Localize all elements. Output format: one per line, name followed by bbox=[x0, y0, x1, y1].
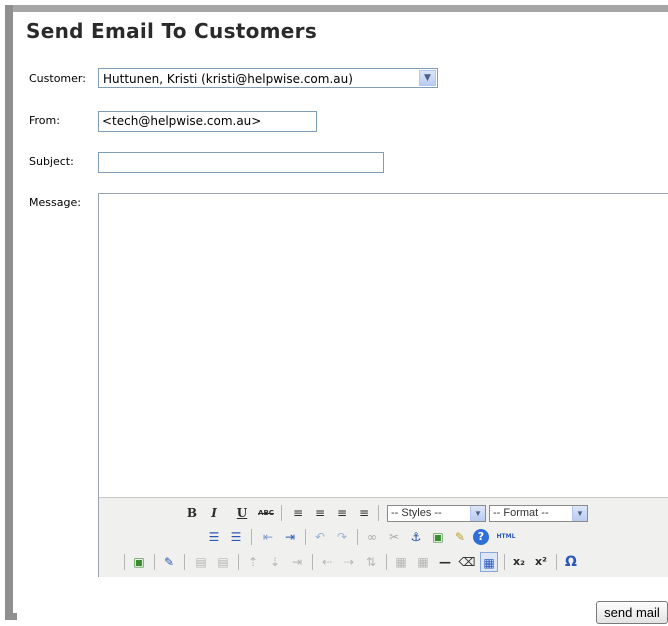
indent-icon[interactable]: ⇥ bbox=[281, 527, 299, 547]
cleanup-icon[interactable]: ✎ bbox=[451, 527, 469, 547]
format-dropdown[interactable]: -- Format -- ▼ bbox=[489, 505, 588, 522]
editor-toolbar: B I U ABC ≡ ≡ ≡ ≡ -- Styles -- ▼ -- Form… bbox=[99, 497, 668, 577]
unlink-icon[interactable]: ✂ bbox=[385, 527, 403, 547]
styles-dropdown[interactable]: -- Styles -- ▼ bbox=[387, 505, 486, 522]
insert-media-icon[interactable]: ▣ bbox=[130, 552, 148, 572]
toolbar-separator bbox=[556, 554, 557, 570]
toolbar-separator bbox=[312, 554, 313, 570]
toolbar-separator bbox=[238, 554, 239, 570]
window-frame-top bbox=[5, 5, 668, 12]
message-editor-body[interactable] bbox=[99, 194, 668, 494]
undo-icon[interactable]: ↶ bbox=[311, 527, 329, 547]
window-frame-bottom bbox=[5, 613, 17, 620]
toolbar-separator bbox=[184, 554, 185, 570]
table-cell-props-icon[interactable]: ▤ bbox=[214, 552, 232, 572]
bullet-list-icon[interactable]: ☰ bbox=[205, 527, 223, 547]
from-label: From: bbox=[29, 114, 60, 127]
page-title: Send Email To Customers bbox=[26, 19, 318, 43]
subject-field[interactable] bbox=[98, 152, 384, 173]
insert-col-before-icon[interactable]: ⇠ bbox=[318, 552, 336, 572]
merge-cells-icon[interactable]: ▦ bbox=[414, 552, 432, 572]
numbered-list-icon[interactable]: ☰ bbox=[227, 527, 245, 547]
window-frame-left bbox=[5, 5, 13, 620]
outdent-icon[interactable]: ⇤ bbox=[259, 527, 277, 547]
toolbar-separator bbox=[124, 554, 125, 570]
link-icon[interactable]: ∞ bbox=[363, 527, 381, 547]
special-char-icon[interactable]: Ω bbox=[562, 552, 580, 572]
anchor-icon[interactable]: ⚓ bbox=[407, 527, 425, 547]
message-label: Message: bbox=[29, 196, 81, 209]
subscript-button[interactable]: x₂ bbox=[510, 552, 528, 572]
toolbar-separator bbox=[281, 505, 282, 521]
subject-label: Subject: bbox=[29, 155, 74, 168]
align-center-button[interactable]: ≡ bbox=[311, 503, 329, 523]
chevron-down-icon[interactable]: ▼ bbox=[470, 506, 485, 521]
redo-icon[interactable]: ↷ bbox=[333, 527, 351, 547]
toolbar-row-3: ▣ ✎ ▤ ▤ ⇡ ⇣ ⇥ ⇠ ⇢ ⇅ ▦ ▦ — ⌫ ▦ x₂ x² Ω bbox=[99, 552, 668, 574]
align-left-button[interactable]: ≡ bbox=[289, 503, 307, 523]
horizontal-rule-icon[interactable]: — bbox=[436, 552, 454, 572]
styles-dropdown-label: -- Styles -- bbox=[391, 507, 442, 519]
insert-row-after-icon[interactable]: ⇣ bbox=[266, 552, 284, 572]
toolbar-separator bbox=[357, 529, 358, 545]
from-field[interactable]: <tech@helpwise.com.au> bbox=[98, 111, 317, 132]
insert-col-after-icon[interactable]: ⇢ bbox=[340, 552, 358, 572]
eraser-icon[interactable]: ⌫ bbox=[458, 552, 476, 572]
chevron-down-icon[interactable]: ▼ bbox=[419, 70, 436, 86]
table-row-props-icon[interactable]: ▤ bbox=[192, 552, 210, 572]
html-source-icon[interactable]: HTML bbox=[493, 527, 519, 547]
chevron-down-icon[interactable]: ▼ bbox=[572, 506, 587, 521]
toolbar-separator bbox=[154, 554, 155, 570]
toolbar-row-2: ☰ ☰ ⇤ ⇥ ↶ ↷ ∞ ✂ ⚓ ▣ ✎ ? HTML bbox=[99, 527, 668, 549]
insert-row-before-icon[interactable]: ⇡ bbox=[244, 552, 262, 572]
toolbar-separator bbox=[386, 554, 387, 570]
strikethrough-button[interactable]: ABC bbox=[257, 503, 275, 523]
customer-label: Customer: bbox=[29, 72, 86, 85]
help-icon[interactable]: ? bbox=[473, 529, 489, 545]
split-cells-icon[interactable]: ▦ bbox=[392, 552, 410, 572]
toolbar-separator bbox=[504, 554, 505, 570]
delete-col-icon[interactable]: ⇅ bbox=[362, 552, 380, 572]
align-justify-button[interactable]: ≡ bbox=[355, 503, 373, 523]
toolbar-separator bbox=[378, 505, 379, 521]
image-icon[interactable]: ▣ bbox=[429, 527, 447, 547]
table-icon[interactable]: ▦ bbox=[480, 552, 498, 572]
toolbar-separator bbox=[305, 529, 306, 545]
format-dropdown-label: -- Format -- bbox=[493, 507, 549, 519]
edit-layer-icon[interactable]: ✎ bbox=[160, 552, 178, 572]
align-right-button[interactable]: ≡ bbox=[333, 503, 351, 523]
customer-select[interactable]: Huttunen, Kristi (kristi@helpwise.com.au… bbox=[98, 68, 438, 88]
bold-button[interactable]: B bbox=[183, 503, 201, 523]
customer-select-value: Huttunen, Kristi (kristi@helpwise.com.au… bbox=[103, 72, 353, 86]
superscript-button[interactable]: x² bbox=[532, 552, 550, 572]
toolbar-row-1: B I U ABC ≡ ≡ ≡ ≡ -- Styles -- ▼ -- Form… bbox=[99, 503, 668, 525]
italic-button[interactable]: I bbox=[205, 503, 223, 523]
toolbar-separator bbox=[251, 529, 252, 545]
underline-button[interactable]: U bbox=[233, 503, 251, 523]
send-mail-button[interactable]: send mail bbox=[596, 601, 668, 624]
delete-row-icon[interactable]: ⇥ bbox=[288, 552, 306, 572]
